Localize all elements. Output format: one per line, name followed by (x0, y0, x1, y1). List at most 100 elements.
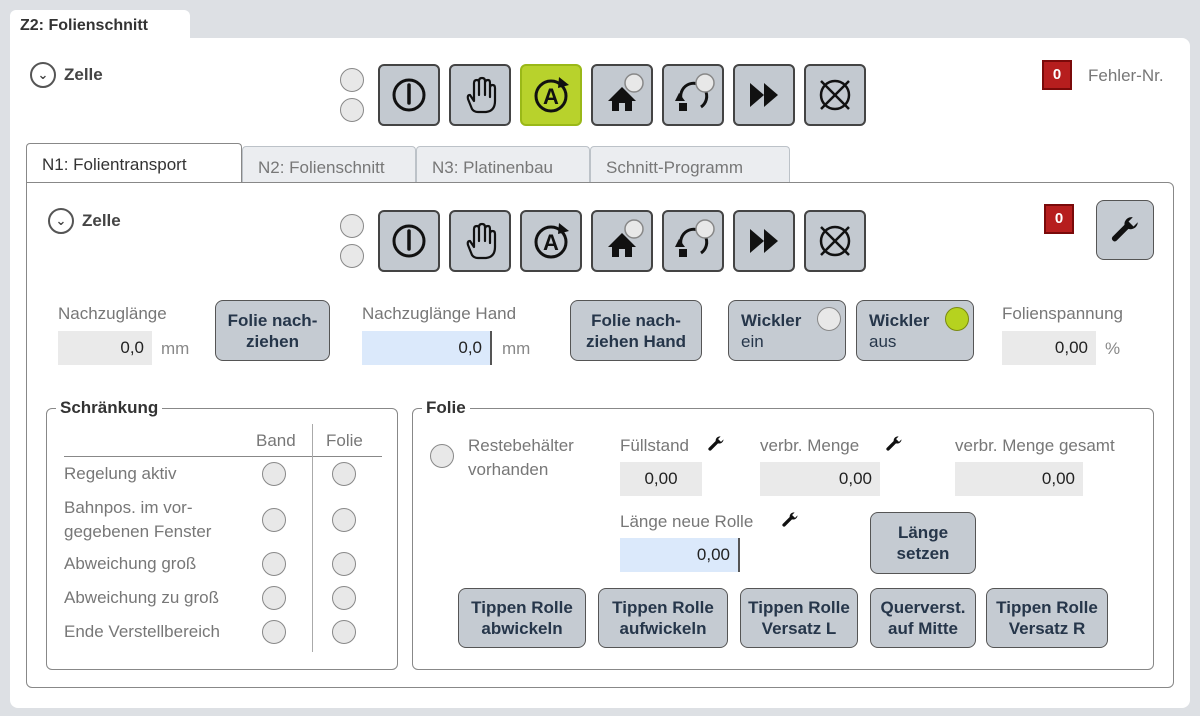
power-button[interactable] (378, 64, 440, 126)
wickler-ein-lamp (817, 307, 841, 331)
band-status-lamp (262, 508, 286, 532)
power-icon (392, 78, 426, 112)
wrench-icon[interactable] (706, 434, 726, 454)
nachzuglaenge-label: Nachzuglänge (58, 304, 167, 323)
cell-header-inner[interactable]: ⌄ Zelle (48, 208, 121, 234)
manual-mode-button[interactable] (449, 210, 511, 272)
band-status-lamp (262, 586, 286, 610)
tab-n2-folienschnitt[interactable]: N2: Folienschnitt (242, 146, 416, 186)
step-mode-button[interactable] (662, 210, 724, 272)
wrench-icon[interactable] (884, 434, 904, 454)
status-lamp-1 (340, 214, 364, 238)
col-header-folie: Folie (326, 431, 363, 450)
svg-text:A: A (543, 84, 559, 109)
tab-n3-platinenbau[interactable]: N3: Platinenbau (416, 146, 590, 186)
laenge-neue-rolle-label: Länge neue Rolle (620, 512, 754, 531)
chevron-down-icon[interactable]: ⌄ (48, 208, 74, 234)
verbr-menge-gesamt-label: verbr. Menge gesamt (955, 436, 1115, 455)
tippen-rolle-versatz-l-button[interactable]: Tippen Rolle Versatz L (740, 588, 858, 648)
cell-title: Zelle (82, 211, 121, 230)
step-cycle-icon (675, 219, 715, 257)
auto-mode-icon: A (534, 223, 569, 259)
laenge-setzen-button[interactable]: Länge setzen (870, 512, 976, 574)
stop-button[interactable] (804, 64, 866, 126)
querverst-auf-mitte-button[interactable]: Querverst. auf Mitte (870, 588, 976, 648)
schraenkung-row-label: Regelung aktiv (64, 464, 177, 483)
tippen-rolle-aufwickeln-button[interactable]: Tippen Rolle aufwickeln (598, 588, 728, 648)
stop-button[interactable] (804, 210, 866, 272)
power-icon (392, 224, 426, 258)
folienspannung-label: Folienspannung (1002, 304, 1123, 323)
status-lamp-1 (340, 68, 364, 92)
band-status-lamp (262, 620, 286, 644)
table-divider (64, 456, 382, 457)
hand-icon (466, 222, 497, 260)
auto-mode-button[interactable]: A (520, 210, 582, 272)
tab-n1-folientransport[interactable]: N1: Folientransport (26, 143, 242, 185)
wickler-aus-button[interactable]: Wickler aus (856, 300, 974, 361)
home-position-button[interactable] (591, 64, 653, 126)
folienspannung-field: 0,00 (1002, 331, 1096, 365)
folie-title: Folie (422, 398, 470, 418)
wrench-icon[interactable] (780, 510, 800, 530)
error-count-badge: 0 (1042, 60, 1072, 90)
fast-forward-icon (750, 229, 778, 253)
error-count-badge: 0 (1044, 204, 1074, 234)
stop-icon (819, 225, 851, 257)
nachzuglaenge-hand-input[interactable]: 0,0 (362, 331, 492, 365)
fast-forward-button[interactable] (733, 64, 795, 126)
fuellstand-field: 0,00 (620, 462, 702, 496)
tippen-rolle-versatz-r-button[interactable]: Tippen Rolle Versatz R (986, 588, 1108, 648)
home-position-button[interactable] (591, 210, 653, 272)
auto-mode-button[interactable]: A (520, 64, 582, 126)
folie-status-lamp (332, 508, 356, 532)
chevron-down-icon[interactable]: ⌄ (30, 62, 56, 88)
settings-wrench-button[interactable] (1096, 200, 1154, 260)
folie-nachziehen-button[interactable]: Folie nach- ziehen (215, 300, 330, 361)
error-number-label: Fehler-Nr. (1088, 66, 1164, 85)
laenge-neue-rolle-input[interactable]: 0,00 (620, 538, 740, 572)
manual-mode-button[interactable] (449, 64, 511, 126)
verbr-menge-label: verbr. Menge (760, 436, 860, 455)
restebehaelter-label: Restebehälter vorhanden (468, 436, 574, 479)
cell-title: Zelle (64, 65, 103, 84)
fast-forward-button[interactable] (733, 210, 795, 272)
tippen-rolle-abwickeln-button[interactable]: Tippen Rolle abwickeln (458, 588, 586, 648)
fast-forward-icon (750, 83, 778, 107)
schraenkung-title: Schränkung (56, 398, 163, 418)
schraenkung-row-label: Abweichung zu groß (64, 588, 219, 607)
folie-nachziehen-hand-button[interactable]: Folie nach- ziehen Hand (570, 300, 702, 361)
verbr-menge-field: 0,00 (760, 462, 880, 496)
wickler-aus-lamp (945, 307, 969, 331)
nachzuglaenge-hand-label: Nachzuglänge Hand (362, 304, 517, 323)
folie-status-lamp (332, 586, 356, 610)
fuellstand-label: Füllstand (620, 436, 689, 455)
wrench-icon (1111, 217, 1138, 242)
hand-icon (466, 76, 497, 114)
folienspannung-unit: % (1105, 339, 1121, 358)
tab-z2-folienschnitt[interactable]: Z2: Folienschnitt (10, 10, 190, 40)
svg-text:A: A (543, 230, 559, 255)
schraenkung-row-label: Abweichung groß (64, 554, 197, 573)
wickler-ein-button[interactable]: Wickler ein (728, 300, 846, 361)
power-button[interactable] (378, 210, 440, 272)
col-header-band: Band (256, 431, 296, 450)
folie-status-lamp (332, 620, 356, 644)
table-column-divider (312, 424, 313, 652)
schraenkung-row-label: Ende Verstellbereich (64, 622, 220, 641)
folie-status-lamp (332, 462, 356, 486)
stop-icon (819, 79, 851, 111)
cell-header-top[interactable]: ⌄ Zelle (30, 62, 103, 88)
verbr-menge-gesamt-field: 0,00 (955, 462, 1083, 496)
schraenkung-row-label: Bahnpos. im vor-gegebenen Fenster (64, 498, 212, 541)
status-lamp-2 (340, 244, 364, 268)
nachzuglaenge-unit: mm (161, 339, 190, 358)
home-icon (608, 219, 644, 257)
auto-mode-icon: A (534, 77, 569, 113)
nachzuglaenge-field: 0,0 (58, 331, 152, 365)
folie-status-lamp (332, 552, 356, 576)
step-mode-button[interactable] (662, 64, 724, 126)
tab-schnitt-programm[interactable]: Schnitt-Programm (590, 146, 790, 186)
nachzuglaenge-hand-unit: mm (502, 339, 531, 358)
band-status-lamp (262, 552, 286, 576)
